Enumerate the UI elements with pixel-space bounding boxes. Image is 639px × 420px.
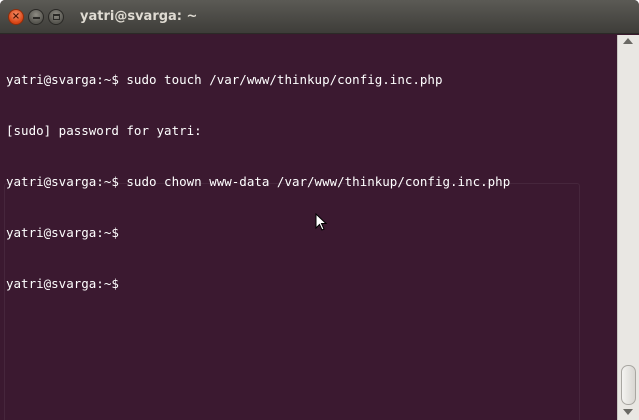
close-icon: × xyxy=(11,11,21,22)
scrollbar-thumb[interactable] xyxy=(621,365,636,405)
title-bar[interactable]: × yatri@svarga: ~ xyxy=(0,0,639,34)
minimize-button[interactable] xyxy=(28,9,44,25)
terminal-line: [sudo] password for yatri: xyxy=(6,123,202,138)
maximize-icon xyxy=(52,14,60,20)
terminal-line: yatri@svarga:~$ sudo chown www-data /var… xyxy=(6,174,511,189)
maximize-button[interactable] xyxy=(48,9,64,25)
window-title: yatri@svarga: ~ xyxy=(80,9,198,24)
mouse-pointer-icon xyxy=(315,213,327,231)
minimize-icon xyxy=(32,17,40,19)
terminal-window: × yatri@svarga: ~ yatri@svarga:~$ sudo t… xyxy=(0,0,639,420)
scroll-down-arrow-icon[interactable] xyxy=(623,409,633,415)
terminal-lines: yatri@svarga:~$ sudo touch /var/www/thin… xyxy=(6,37,510,326)
close-button[interactable]: × xyxy=(8,9,24,25)
terminal-line: yatri@svarga:~$ xyxy=(6,225,119,240)
scroll-up-arrow-icon[interactable] xyxy=(623,38,633,44)
terminal-output[interactable]: yatri@svarga:~$ sudo touch /var/www/thin… xyxy=(0,35,617,420)
terminal-line: yatri@svarga:~$ xyxy=(6,276,119,291)
terminal-line: yatri@svarga:~$ sudo touch /var/www/thin… xyxy=(6,72,443,87)
vertical-scrollbar[interactable] xyxy=(617,35,639,420)
